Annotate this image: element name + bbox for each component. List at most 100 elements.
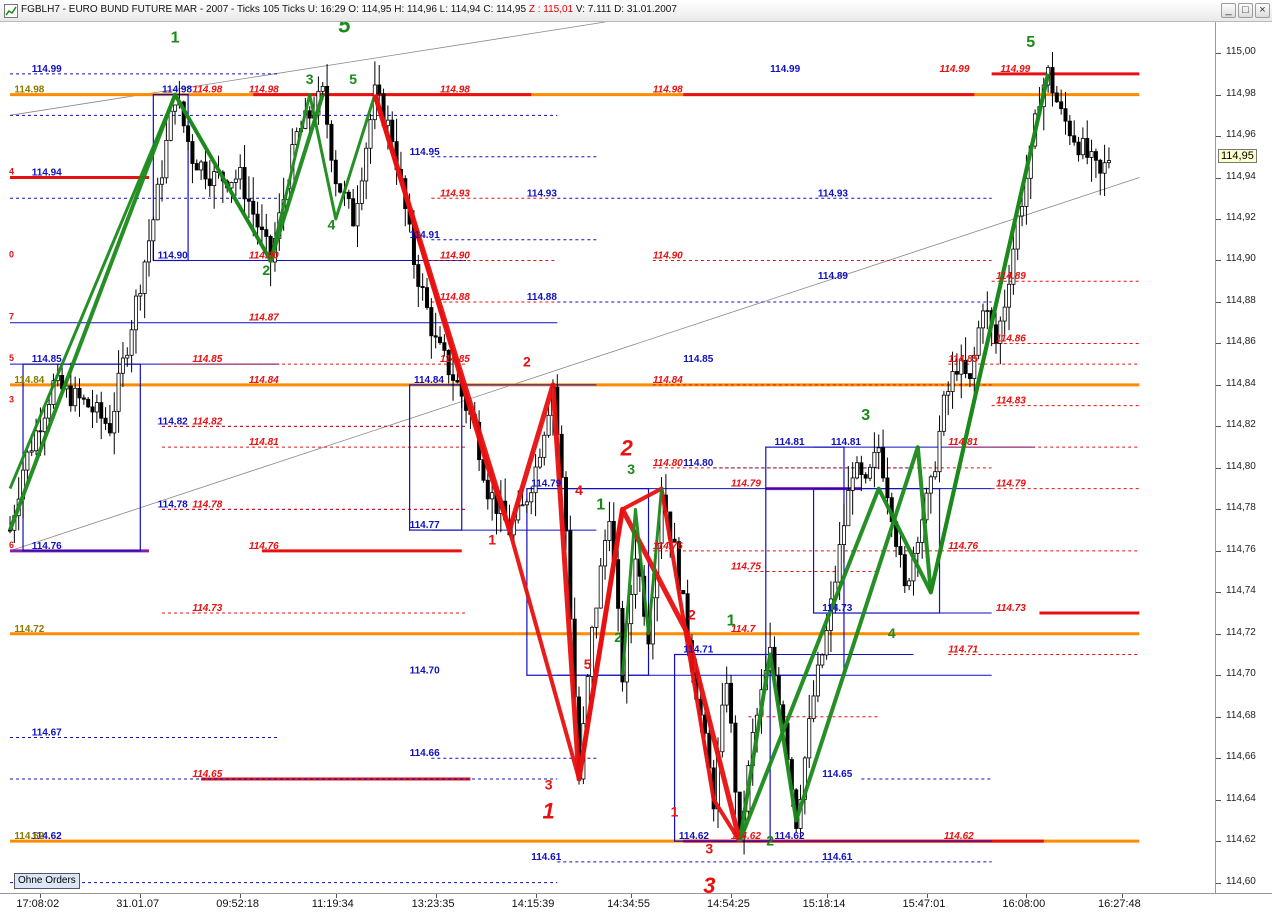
chart-plot-area[interactable]: 114.99114.98 114.98 114.98 114.98 114.98114.… (0, 22, 1215, 893)
price-level-label: 114.93 (818, 188, 848, 199)
time-tick (631, 894, 633, 898)
time-tick-label: 16:27:48 (1097, 898, 1141, 910)
candle-body (420, 286, 425, 289)
candle-body (1080, 138, 1085, 156)
candle-body (881, 447, 886, 479)
price-level-label: 114.88 (440, 292, 470, 303)
price-level-label: 114.62 (731, 831, 761, 842)
candle-body (129, 329, 134, 356)
candle-body (629, 594, 634, 625)
price-level-label: 114.82 (192, 416, 222, 427)
fibonacci-box (765, 446, 845, 676)
close-button[interactable]: × (1255, 3, 1270, 18)
candle-body (863, 474, 868, 479)
candle-body (155, 183, 160, 221)
wave-count-label: 2 (620, 435, 634, 460)
price-level-label: 114.98 (192, 85, 222, 96)
candle-body (524, 501, 529, 506)
price-level-label: 114.85 (683, 354, 713, 365)
price-axis[interactable]: 115,00 114,98 114,96 114,94 114,92 114,90 114,… (1215, 22, 1272, 893)
price-level-label: 114.93 (440, 188, 470, 199)
candle-body (438, 336, 443, 344)
wave-count-label: 2 (614, 629, 622, 645)
candle-body (933, 471, 938, 478)
title-bar[interactable]: FGBLH7 - EURO BUND FUTURE MAR - 2007 - T… (0, 0, 1272, 22)
price-tick (1216, 94, 1221, 96)
price-tick (1216, 219, 1221, 220)
price-level-label: 114.85 (32, 354, 62, 365)
price-level-label: 114.81 (831, 437, 861, 448)
price-level-label: 114.84 (414, 375, 444, 386)
candle-body (976, 327, 981, 356)
candle-body (351, 198, 356, 227)
title-instrument: FGBLH7 - EURO BUND FUTURE MAR - 2007 - T… (21, 4, 527, 15)
candle-body (242, 167, 247, 200)
price-tick (1216, 136, 1221, 138)
candle-body (112, 410, 117, 434)
price-tick (1216, 799, 1221, 801)
maximize-button[interactable]: □ (1238, 3, 1253, 18)
window-title: FGBLH7 - EURO BUND FUTURE MAR - 2007 - T… (21, 4, 677, 15)
price-level-label: 114.71 (683, 645, 713, 656)
time-tick (435, 894, 437, 898)
wave-count-label: 5 (349, 71, 357, 87)
price-level-label: 114.79 (531, 479, 561, 490)
candle-body (616, 559, 621, 609)
wave-count-label: 1 (1033, 22, 1046, 28)
candle-body (720, 704, 725, 753)
wave-count-label: 3 (861, 407, 870, 424)
price-tick-label: 115,00 (1226, 46, 1256, 58)
price-level-label: 114.70 (410, 665, 440, 676)
candle-body (607, 520, 612, 541)
price-tick-label: 114,80 (1226, 460, 1256, 472)
price-level-label: 114.66 (410, 748, 440, 759)
price-level-label: 114.85 (192, 354, 222, 365)
candle-body (390, 119, 395, 143)
price-level-label: 114.98 (14, 85, 44, 96)
wave-count-label: 5 (338, 22, 351, 37)
price-tick (1216, 426, 1221, 428)
price-tick (1216, 882, 1221, 884)
minimize-button[interactable]: _ (1221, 3, 1236, 18)
orders-toggle-button[interactable]: Ohne Orders (14, 873, 80, 889)
price-tick-label: 114,70 (1226, 668, 1256, 680)
price-level-label: 114.93 (527, 188, 557, 199)
candle-body (820, 654, 825, 666)
price-level-label: 114.78 (158, 499, 188, 510)
candle-body (186, 125, 191, 142)
time-axis[interactable]: 17:08:02 31.01.07 09:52:18 11:19:34 13:23:35… (0, 893, 1272, 915)
time-tick-label: 17:08:02 (16, 898, 60, 910)
price-level-label: 114.80 (683, 458, 713, 469)
candle-body (1050, 67, 1055, 94)
price-level-label: 114.99 (1000, 64, 1030, 75)
wave-count-label: 5 (584, 656, 592, 672)
wave-count-label: 1 (727, 612, 736, 629)
side-mark: 0 (9, 249, 14, 259)
wave-count-label: 2 (766, 832, 774, 848)
price-level-label: 114.98 (653, 85, 683, 96)
candle-body (946, 391, 951, 396)
price-tick (1216, 592, 1221, 594)
candle-body (1067, 120, 1072, 137)
price-tick-label: 114,62 (1226, 834, 1256, 846)
price-tick-label: 114,90 (1226, 253, 1256, 265)
candle-body (937, 430, 942, 473)
candle-body (133, 295, 138, 331)
price-tick (1216, 53, 1221, 55)
price-level-label: 114.73 (192, 603, 222, 614)
price-tick-label: 114,82 (1226, 419, 1256, 431)
candle-body (81, 397, 86, 400)
price-tick-label: 114,66 (1226, 751, 1256, 763)
candle-body (907, 580, 912, 587)
candle-body (329, 123, 334, 161)
price-level-label: 114.90 (249, 250, 279, 261)
wave-count-label: 3 (627, 461, 635, 477)
price-level-label: 114.71 (948, 645, 978, 656)
candle-body (980, 310, 985, 329)
price-tick-label: 114,68 (1226, 709, 1256, 721)
candle-body (902, 554, 907, 587)
side-mark: 6 (9, 540, 14, 550)
candle-body (1098, 159, 1103, 174)
price-level-label: 114.84 (249, 375, 279, 386)
candle-body (338, 183, 343, 193)
